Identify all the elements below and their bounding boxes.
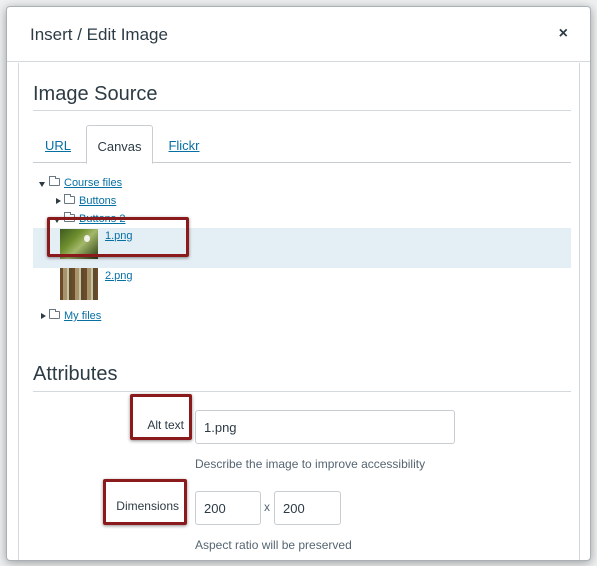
file-item-2-png[interactable]: 2.png: [33, 268, 571, 308]
chevron-right-icon[interactable]: [41, 313, 46, 319]
grass-photo-thumbnail-icon: [60, 229, 98, 259]
file-item-label[interactable]: 1.png: [105, 230, 133, 242]
width-input[interactable]: [195, 491, 261, 525]
tab-url[interactable]: URL: [33, 125, 83, 163]
image-source-divider: [33, 110, 571, 111]
tree-item-course-files[interactable]: Course files: [19, 176, 219, 193]
tree-item-my-files[interactable]: My files: [19, 309, 219, 326]
forest-photo-thumbnail-icon: [60, 268, 98, 300]
tree-item-label[interactable]: Course files: [64, 177, 122, 189]
folder-icon: [49, 176, 60, 186]
folder-icon: [64, 194, 75, 204]
tree-item-label[interactable]: My files: [64, 310, 101, 322]
folder-icon: [64, 212, 75, 222]
file-item-label[interactable]: 2.png: [105, 270, 133, 282]
attributes-heading: Attributes: [33, 363, 118, 385]
tab-canvas[interactable]: Canvas: [86, 125, 153, 164]
dialog-title: Insert / Edit Image: [30, 25, 168, 44]
close-icon[interactable]: ×: [559, 25, 568, 43]
folder-icon: [49, 309, 60, 319]
image-source-heading: Image Source: [33, 83, 158, 105]
alt-text-label: Alt text: [147, 418, 184, 432]
dimensions-label: Dimensions: [116, 499, 179, 513]
chevron-down-icon[interactable]: [39, 182, 45, 187]
tree-item-label[interactable]: Buttons: [79, 195, 116, 207]
alt-text-hint: Describe the image to improve accessibil…: [195, 457, 426, 471]
tree-item-label[interactable]: Buttons 2: [79, 213, 125, 225]
dialog-body: Image Source URL Canvas Flickr Course fi…: [18, 63, 580, 560]
chevron-right-icon[interactable]: [56, 198, 61, 204]
tree-item-buttons[interactable]: Buttons: [19, 194, 219, 211]
insert-edit-image-dialog: Insert / Edit Image × Image Source URL C…: [6, 6, 591, 561]
dialog-titlebar: Insert / Edit Image ×: [7, 7, 590, 62]
alt-text-input[interactable]: [195, 410, 455, 444]
tab-flickr[interactable]: Flickr: [158, 125, 210, 163]
file-item-1-png[interactable]: 1.png: [33, 228, 571, 268]
tree-item-buttons-2[interactable]: Buttons 2: [19, 212, 219, 229]
dimensions-separator: x: [264, 500, 270, 514]
image-source-tabs: URL Canvas Flickr: [33, 125, 571, 164]
chevron-down-icon[interactable]: [54, 218, 60, 223]
height-input[interactable]: [274, 491, 341, 525]
attributes-divider: [33, 391, 571, 392]
dimensions-hint: Aspect ratio will be preserved: [195, 538, 352, 552]
